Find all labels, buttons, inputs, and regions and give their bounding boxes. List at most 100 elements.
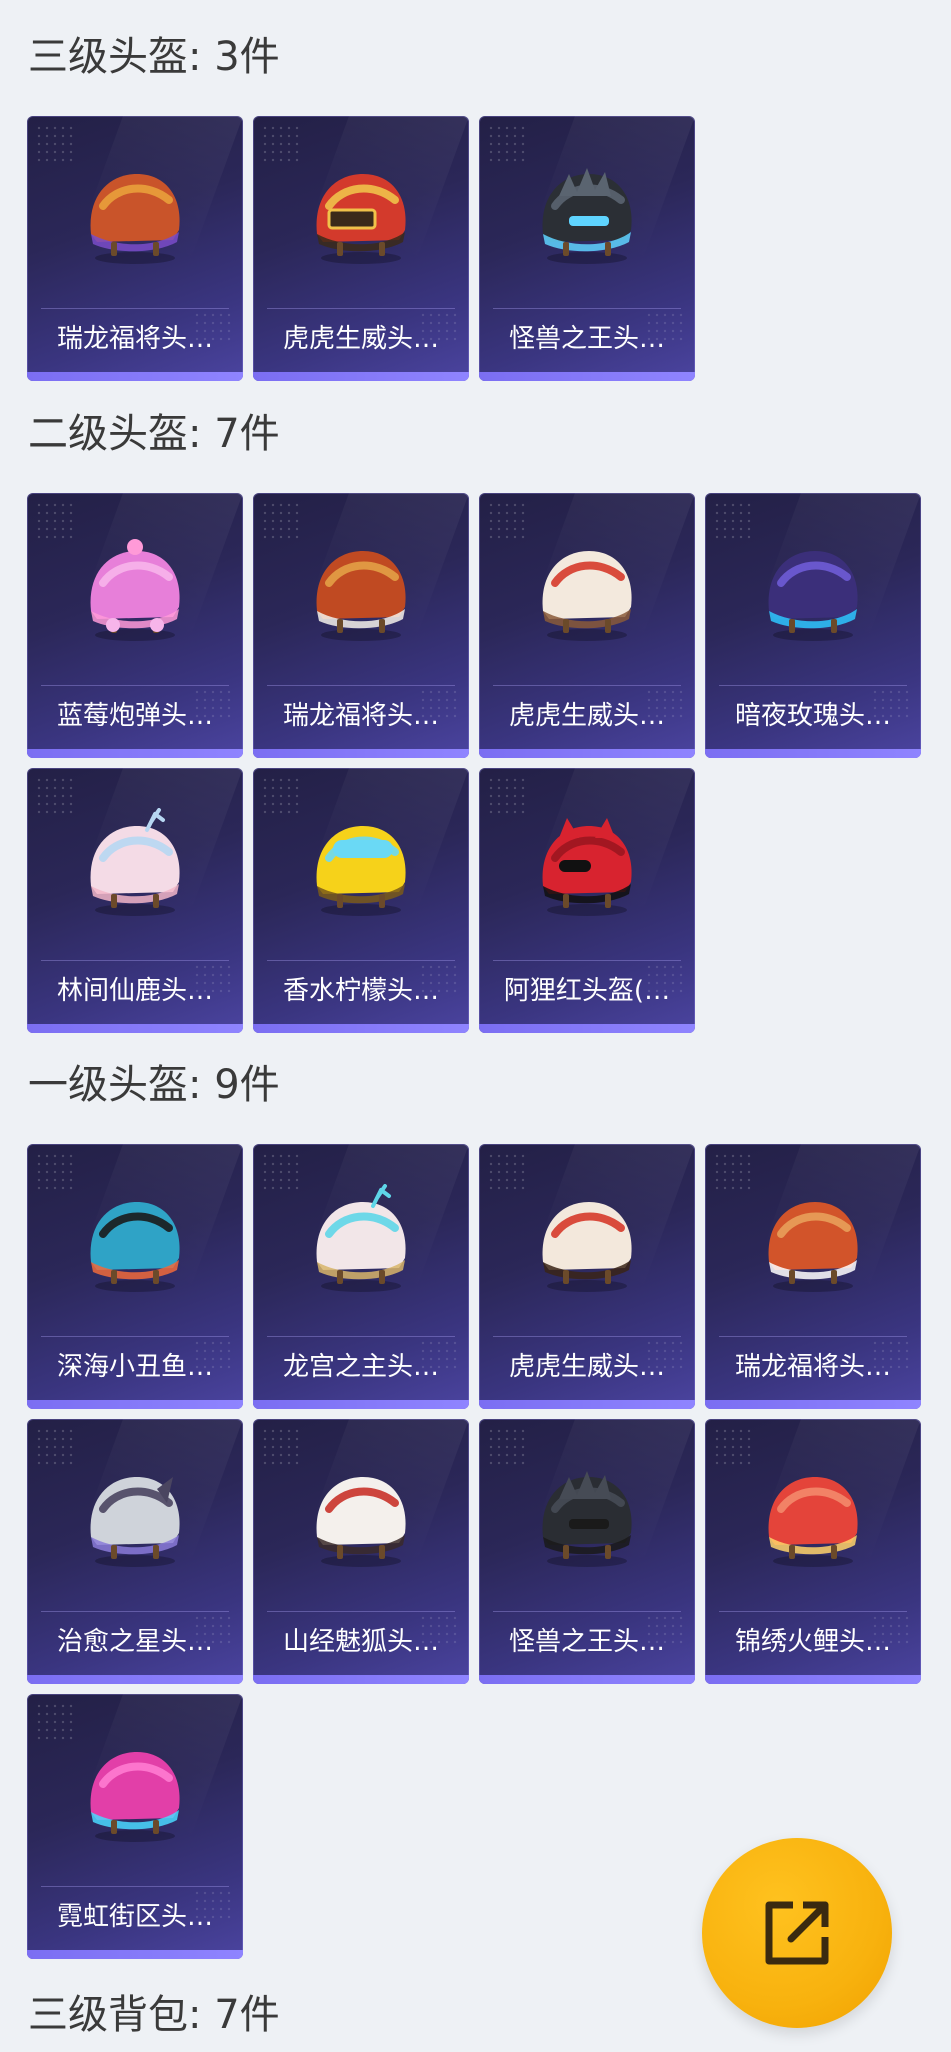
helmet-pink-cute-icon (77, 533, 193, 643)
item-card[interactable]: 龙宫之主头… (253, 1144, 469, 1409)
card-decoration (713, 1152, 753, 1192)
helmet-monster-black-icon (529, 1459, 645, 1569)
card-divider (267, 960, 455, 961)
helmet-forest-deer-icon (77, 808, 193, 918)
item-name: 瑞龙福将头… (734, 1352, 891, 1382)
card-decoration (261, 124, 301, 164)
card-bottom-bar (27, 749, 243, 758)
item-card[interactable]: 怪兽之王头… (479, 1419, 695, 1684)
card-divider (267, 1611, 455, 1612)
item-card[interactable]: 瑞龙福将头… (27, 116, 243, 381)
item-name: 深海小丑鱼… (56, 1352, 213, 1382)
item-card[interactable]: 虎虎生威头… (479, 493, 695, 758)
item-name: 锦绣火鲤头… (734, 1627, 891, 1657)
card-decoration (261, 1427, 301, 1467)
item-name: 阿狸红头盔(… (503, 976, 671, 1006)
card-divider (493, 685, 681, 686)
item-card[interactable]: 暗夜玫瑰头… (705, 493, 921, 758)
card-divider (41, 1611, 229, 1612)
section-title: 二级头盔: 7件 (28, 411, 280, 457)
card-bottom-bar (27, 1950, 243, 1959)
card-bottom-bar (253, 1400, 469, 1409)
card-bottom-bar (27, 372, 243, 381)
item-name: 暗夜玫瑰头… (734, 701, 891, 731)
card-divider (41, 685, 229, 686)
card-decoration (35, 1427, 75, 1467)
card-bottom-bar (253, 1024, 469, 1033)
card-bottom-bar (27, 1675, 243, 1684)
helmet-lemon-icon (303, 808, 419, 918)
card-bottom-bar (27, 1024, 243, 1033)
item-name: 龙宫之主头… (282, 1352, 439, 1382)
item-name: 香水柠檬头… (282, 976, 439, 1006)
item-card[interactable]: 霓虹街区头… (27, 1694, 243, 1959)
item-card[interactable]: 虎虎生威头… (479, 1144, 695, 1409)
card-bottom-bar (479, 1024, 695, 1033)
helmet-night-rose-icon (755, 533, 871, 643)
item-name: 霓虹街区头… (56, 1902, 213, 1932)
item-card[interactable]: 瑞龙福将头… (705, 1144, 921, 1409)
card-divider (493, 1336, 681, 1337)
helmet-tiger-open-icon (529, 1184, 645, 1294)
card-decoration (35, 776, 75, 816)
section-title: 一级头盔: 9件 (28, 1062, 280, 1108)
card-decoration (35, 1702, 75, 1742)
card-decoration (713, 501, 753, 541)
card-decoration (487, 1427, 527, 1467)
item-card[interactable]: 林间仙鹿头… (27, 768, 243, 1033)
card-bottom-bar (479, 372, 695, 381)
card-bottom-bar (705, 1675, 921, 1684)
helmet-fox-white-icon (303, 1459, 419, 1569)
helmet-tiger-red-icon (303, 156, 419, 266)
card-decoration (35, 501, 75, 541)
card-decoration (261, 1152, 301, 1192)
item-card[interactable]: 治愈之星头… (27, 1419, 243, 1684)
item-card[interactable]: 深海小丑鱼… (27, 1144, 243, 1409)
item-card[interactable]: 阿狸红头盔(… (479, 768, 695, 1033)
item-card[interactable]: 虎虎生威头… (253, 116, 469, 381)
helmet-godzilla-icon (529, 156, 645, 266)
card-decoration (487, 1152, 527, 1192)
helmet-fox-red-icon (529, 808, 645, 918)
card-decoration (35, 124, 75, 164)
card-divider (41, 308, 229, 309)
card-bottom-bar (253, 372, 469, 381)
item-card[interactable]: 山经魅狐头… (253, 1419, 469, 1684)
helmet-koi-red-icon (755, 1459, 871, 1569)
helmet-dragon-gold-icon (77, 156, 193, 266)
card-bottom-bar (479, 1400, 695, 1409)
item-name: 怪兽之王头… (508, 1627, 665, 1657)
item-card[interactable]: 怪兽之王头… (479, 116, 695, 381)
item-card[interactable]: 瑞龙福将头… (253, 493, 469, 758)
helmet-dragon-red-icon (303, 533, 419, 643)
item-name: 虎虎生威头… (508, 1352, 665, 1382)
card-divider (41, 1336, 229, 1337)
inventory-page: 三级头盔: 3件瑞龙福将头… 虎虎生威头… 怪兽之王头… 二级头盔: 7件蓝莓炮弹头…… (0, 0, 951, 2052)
card-decoration (487, 501, 527, 541)
card-divider (41, 1886, 229, 1887)
item-name: 瑞龙福将头… (282, 701, 439, 731)
item-name: 瑞龙福将头… (56, 324, 213, 354)
card-divider (719, 685, 907, 686)
card-divider (493, 960, 681, 961)
helmet-clownfish-icon (77, 1184, 193, 1294)
item-name: 林间仙鹿头… (56, 976, 213, 1006)
section-title: 三级头盔: 3件 (28, 34, 280, 80)
card-divider (719, 1336, 907, 1337)
helmet-dragon-open-icon (755, 1184, 871, 1294)
helmet-neon-pink-icon (77, 1734, 193, 1844)
card-bottom-bar (27, 1400, 243, 1409)
card-divider (267, 685, 455, 686)
item-card[interactable]: 锦绣火鲤头… (705, 1419, 921, 1684)
share-button[interactable] (702, 1838, 892, 2028)
item-name: 山经魅狐头… (282, 1627, 439, 1657)
card-decoration (261, 776, 301, 816)
item-name: 虎虎生威头… (282, 324, 439, 354)
section-title: 三级背包: 7件 (28, 1992, 280, 2038)
item-card[interactable]: 香水柠檬头… (253, 768, 469, 1033)
card-divider (719, 1611, 907, 1612)
card-bottom-bar (479, 749, 695, 758)
card-divider (41, 960, 229, 961)
item-card[interactable]: 蓝莓炮弹头… (27, 493, 243, 758)
helmet-star-mech-icon (77, 1459, 193, 1569)
